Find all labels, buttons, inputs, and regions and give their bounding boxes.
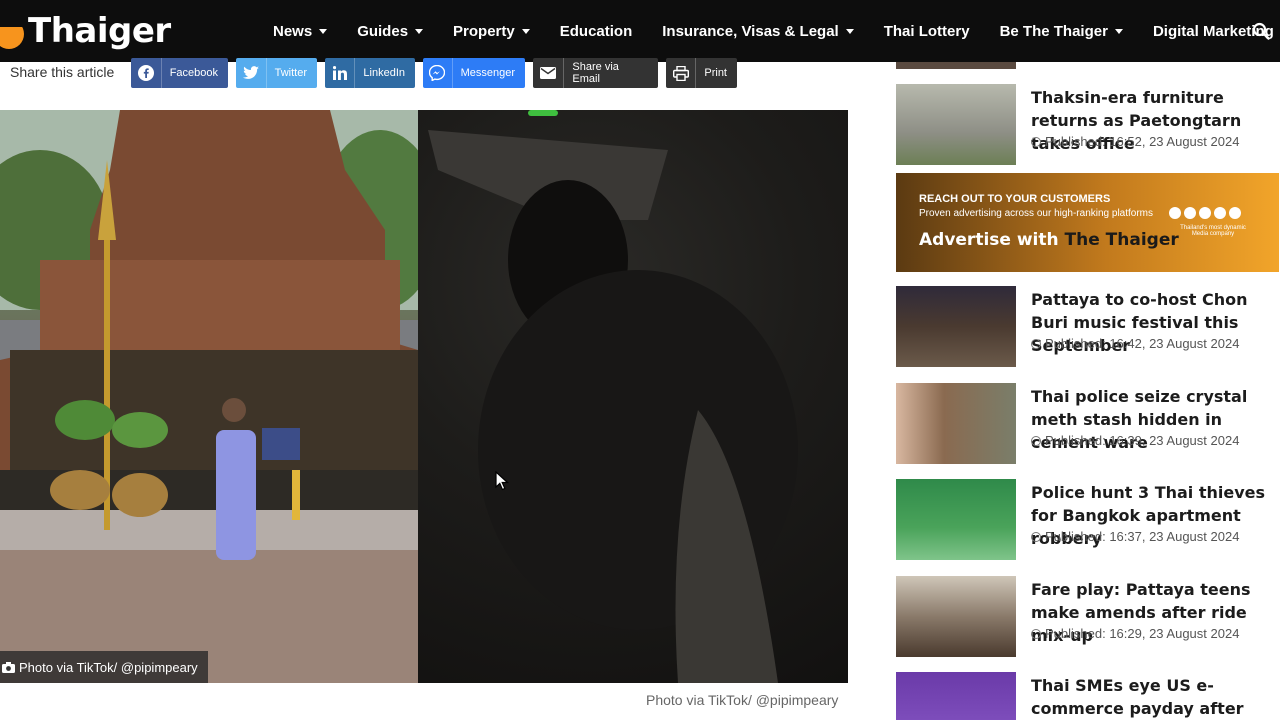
nav-label: Thai Lottery — [883, 22, 970, 40]
published-time: Published: 16:29, 23 August 2024 — [1031, 626, 1239, 641]
photo-temple-nun: Photo via TikTok/ @pipimpeary — [0, 110, 440, 683]
youtube-icon — [1169, 207, 1181, 219]
ad-tagline: Thailand's most dynamic Media company — [1180, 225, 1246, 237]
print-button[interactable]: Print — [666, 58, 737, 88]
nav-label: Insurance, Visas & Legal — [662, 22, 839, 40]
share-email-button[interactable]: Share via Email — [533, 58, 658, 88]
print-icon — [666, 58, 697, 88]
sidebar-article[interactable]: Fare play: Pattaya teens make amends aft… — [896, 576, 1280, 658]
published-text: Published: 16:52, 23 August 2024 — [1045, 134, 1240, 149]
ad-cta-prefix: Advertise with — [919, 230, 1059, 250]
clock-icon — [1031, 531, 1041, 542]
share-twitter-button[interactable]: Twitter — [236, 58, 317, 88]
sidebar-article[interactable]: Thai SMEs eye US e-commerce payday after… — [896, 672, 1280, 720]
twitter-icon — [236, 58, 267, 88]
advertise-banner[interactable]: REACH OUT TO YOUR CUSTOMERS Proven adver… — [896, 173, 1279, 272]
email-icon — [533, 58, 565, 88]
published-text: Published: 16:42, 23 August 2024 — [1045, 336, 1240, 351]
main-nav: News Guides Property Education Insurance… — [273, 0, 1280, 62]
nav-label: Property — [453, 22, 515, 40]
button-label: Share via Email — [572, 61, 619, 85]
photo-credit-badge: Photo via TikTok/ @pipimpeary — [0, 651, 208, 683]
clock-icon — [1031, 136, 1041, 147]
published-time: Published: 16:37, 23 August 2024 — [1031, 529, 1239, 544]
nav-label: Be The Thaiger — [999, 22, 1108, 40]
article-title[interactable]: Thai SMEs eye US e-commerce payday after… — [1031, 674, 1276, 720]
nav-item-be-the-thaiger[interactable]: Be The Thaiger — [1000, 23, 1123, 40]
messenger-icon — [423, 58, 453, 88]
brand-name: Thaiger — [28, 11, 171, 51]
sidebar-article-prev[interactable] — [896, 62, 1280, 70]
clock-icon — [1031, 435, 1041, 446]
published-text: Published: 16:37, 23 August 2024 — [1045, 529, 1240, 544]
thaiger-logo[interactable]: Thaiger — [0, 10, 171, 52]
ad-cta-brand: The Thaiger — [1064, 230, 1179, 250]
article-thumbnail — [896, 84, 1016, 165]
nav-label: Guides — [357, 22, 409, 40]
clock-icon — [1031, 628, 1041, 639]
share-linkedin-button[interactable]: LinkedIn — [325, 58, 415, 88]
published-text: Published: 16:39, 23 August 2024 — [1045, 433, 1240, 448]
sidebar-article[interactable]: Pattaya to co-host Chon Buri music festi… — [896, 286, 1280, 368]
top-navigation-bar: Thaiger News Guides Property Education I… — [0, 0, 1280, 62]
nav-item-education[interactable]: Education — [560, 23, 633, 40]
nav-item-guides[interactable]: Guides — [357, 22, 424, 40]
sidebar-article[interactable]: Thai police seize crystal meth stash hid… — [896, 383, 1280, 465]
camera-icon — [2, 661, 15, 673]
article-thumbnail — [896, 383, 1016, 464]
twitter-icon — [1214, 207, 1226, 219]
photo-credit-text: Photo via TikTok/ @pipimpeary — [19, 659, 198, 675]
article-thumbnail — [896, 62, 1016, 69]
button-label: LinkedIn — [363, 67, 405, 79]
nav-item-property[interactable]: Property — [453, 23, 530, 40]
button-label: Messenger — [460, 67, 515, 79]
photo-caption: Photo via TikTok/ @pipimpeary — [646, 692, 839, 708]
chevron-down-icon — [415, 28, 424, 34]
button-label: Facebook — [169, 67, 218, 79]
ad-cta: Advertise with The Thaiger — [919, 230, 1179, 250]
article-thumbnail — [896, 672, 1016, 720]
nav-label: Education — [559, 22, 633, 40]
chevron-down-icon — [1114, 28, 1123, 34]
chevron-down-icon — [845, 28, 854, 34]
share-messenger-button[interactable]: Messenger — [423, 58, 525, 88]
nav-item-insurance-visas-legal[interactable]: Insurance, Visas & Legal — [662, 22, 854, 40]
article-photo: Photo via TikTok/ @pipimpeary — [0, 110, 848, 683]
facebook-icon — [1184, 207, 1196, 219]
article-thumbnail — [896, 576, 1016, 657]
ad-social-icons — [1169, 207, 1244, 219]
temple-scene-illustration — [0, 110, 440, 683]
published-text: Published: 16:29, 23 August 2024 — [1045, 626, 1240, 641]
tiktok-icon — [1229, 207, 1241, 219]
instagram-icon — [1199, 207, 1211, 219]
published-time: Published: 16:52, 23 August 2024 — [1031, 134, 1239, 149]
button-label: Twitter — [274, 67, 307, 79]
clock-icon — [1031, 338, 1041, 349]
nav-label: News — [273, 22, 313, 40]
mouse-cursor-icon — [495, 471, 509, 491]
ad-headline: REACH OUT TO YOUR CUSTOMERS — [919, 193, 1111, 205]
button-label: Print — [704, 67, 727, 79]
published-time: Published: 16:42, 23 August 2024 — [1031, 336, 1239, 351]
share-label: Share this article — [10, 64, 115, 80]
nav-item-thai-lottery[interactable]: Thai Lottery — [884, 23, 970, 40]
facebook-icon — [131, 58, 162, 88]
chevron-down-icon — [521, 28, 530, 34]
article-thumbnail — [896, 479, 1016, 560]
thaiger-logo-icon — [0, 13, 26, 49]
share-facebook-button[interactable]: Facebook — [131, 58, 228, 88]
ad-subline: Proven advertising across our high-ranki… — [919, 208, 1153, 219]
search-icon[interactable] — [1252, 22, 1270, 40]
sidebar-article[interactable]: Thaksin-era furniture returns as Paetong… — [896, 84, 1280, 166]
nav-item-news[interactable]: News — [273, 22, 328, 40]
sidebar-article[interactable]: Police hunt 3 Thai thieves for Bangkok a… — [896, 479, 1280, 561]
photo-dark-car-interior — [418, 110, 848, 683]
dark-scene-illustration — [428, 110, 798, 683]
chevron-down-icon — [319, 28, 328, 34]
published-time: Published: 16:39, 23 August 2024 — [1031, 433, 1239, 448]
linkedin-icon — [325, 58, 356, 88]
article-thumbnail — [896, 286, 1016, 367]
